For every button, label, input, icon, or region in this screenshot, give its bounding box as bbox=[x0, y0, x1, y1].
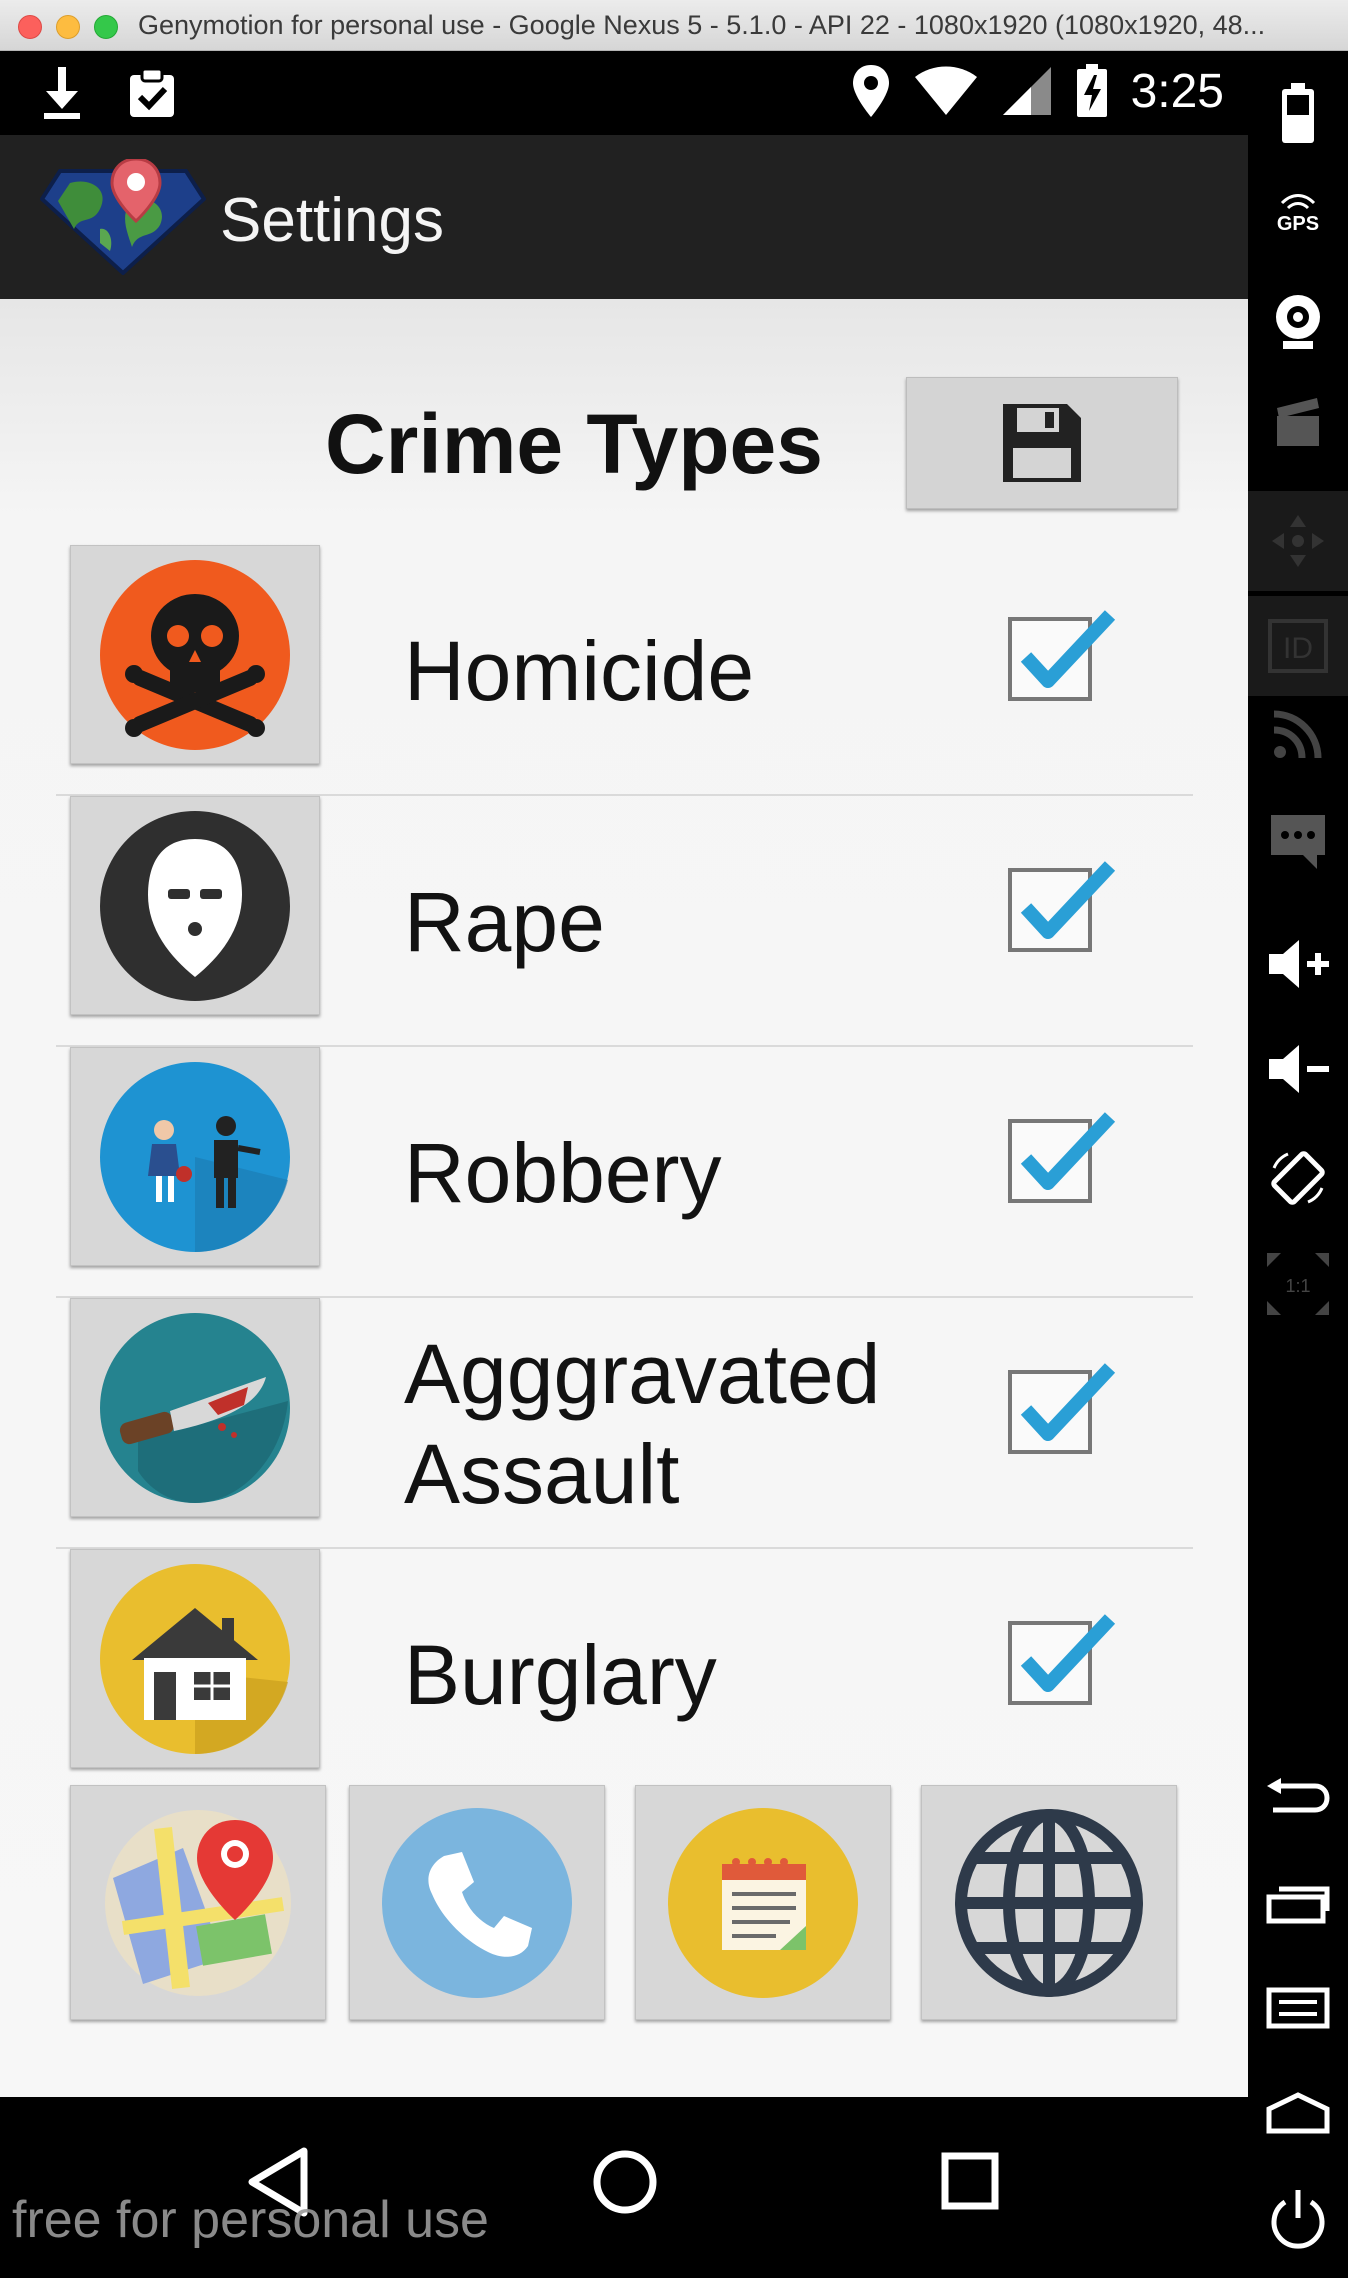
clipboard-check-icon bbox=[130, 67, 174, 117]
volume-up-icon bbox=[1269, 940, 1329, 988]
bloody-knife-icon bbox=[100, 1312, 290, 1503]
sms-icon bbox=[1271, 815, 1325, 869]
gps-tool[interactable]: GPS bbox=[1248, 191, 1348, 236]
phone-icon bbox=[382, 1807, 572, 1998]
screencast-icon bbox=[1277, 398, 1319, 446]
watermark: free for personal use bbox=[12, 2191, 489, 2249]
id-label: ID bbox=[1283, 632, 1313, 665]
menu-tool[interactable] bbox=[1248, 1986, 1348, 2030]
volume-down-icon bbox=[1269, 1045, 1329, 1093]
home-icon bbox=[1266, 2092, 1330, 2134]
battery-tool[interactable] bbox=[1248, 81, 1348, 145]
robbery-checkbox[interactable] bbox=[1006, 1107, 1126, 1217]
burglary-icon-button[interactable] bbox=[70, 1549, 320, 1768]
signal-icon bbox=[1002, 67, 1051, 115]
close-window-button[interactable] bbox=[18, 15, 42, 39]
rotate-tool[interactable] bbox=[1248, 1146, 1348, 1210]
window-titlebar: Genymotion for personal use - Google Nex… bbox=[0, 0, 1348, 51]
dpad-icon bbox=[1272, 515, 1324, 567]
menu-icon bbox=[1266, 1987, 1330, 2029]
screencast-tool[interactable] bbox=[1248, 396, 1348, 450]
gps-icon bbox=[1280, 194, 1316, 210]
maximize-window-button[interactable] bbox=[94, 15, 118, 39]
crime-type-label: Homicide bbox=[404, 623, 755, 718]
scale-icon: 1:1 bbox=[1267, 1253, 1329, 1315]
skull-crossbones-icon bbox=[100, 559, 290, 750]
location-icon bbox=[852, 65, 889, 117]
status-time: 3:25 bbox=[1130, 64, 1224, 118]
crime-type-row-rape: Rape bbox=[56, 796, 1193, 1047]
scale-tool[interactable]: 1:1 bbox=[1248, 1251, 1348, 1317]
rotate-icon bbox=[1271, 1151, 1325, 1205]
aggravated-assault-icon-button[interactable] bbox=[70, 1298, 320, 1517]
aggravated-assault-checkbox[interactable] bbox=[1006, 1358, 1126, 1468]
nav-bar bbox=[0, 2097, 1248, 2278]
homicide-checkbox[interactable] bbox=[1006, 605, 1126, 715]
crime-type-row-aggravated-assault: Agggravated Assault bbox=[56, 1298, 1193, 1549]
wifi-icon bbox=[914, 66, 977, 115]
network-tool[interactable] bbox=[1248, 706, 1348, 762]
rape-icon-button[interactable] bbox=[70, 796, 320, 1015]
power-icon bbox=[1271, 2190, 1325, 2249]
phone-button[interactable] bbox=[349, 1785, 605, 2020]
volume-up-tool[interactable] bbox=[1248, 936, 1348, 992]
save-button[interactable] bbox=[906, 377, 1178, 509]
crime-type-row-homicide: Homicide bbox=[56, 545, 1193, 796]
burglary-checkbox[interactable] bbox=[1006, 1609, 1126, 1719]
web-button[interactable] bbox=[921, 1785, 1177, 2020]
house-icon bbox=[100, 1563, 290, 1754]
robbery-icon-button[interactable] bbox=[70, 1047, 320, 1266]
crime-map-logo bbox=[40, 159, 206, 275]
home-icon[interactable] bbox=[592, 2149, 658, 2215]
volume-down-tool[interactable] bbox=[1248, 1041, 1348, 1097]
page-title: Settings bbox=[220, 186, 445, 255]
map-pin-icon bbox=[105, 1809, 291, 1996]
device-id-icon: ID bbox=[1268, 619, 1328, 673]
power-tool[interactable] bbox=[1248, 2186, 1348, 2252]
gps-label: GPS bbox=[1276, 213, 1320, 235]
dpad-tool[interactable] bbox=[1248, 491, 1348, 591]
battery-charging-icon bbox=[1076, 64, 1107, 117]
crime-type-label: Burglary bbox=[404, 1627, 717, 1722]
emulator-sidebar: GPS ID 1:1 bbox=[1248, 51, 1348, 2278]
recents-icon[interactable] bbox=[940, 2151, 1000, 2211]
network-icon bbox=[1273, 710, 1322, 759]
section-heading: Crime Types bbox=[325, 397, 823, 491]
sms-tool[interactable] bbox=[1248, 811, 1348, 871]
back-icon bbox=[1267, 1778, 1330, 1813]
app-bar: Settings bbox=[0, 135, 1248, 299]
map-button[interactable] bbox=[70, 1785, 326, 2020]
device-id-tool[interactable]: ID bbox=[1248, 596, 1348, 696]
floppy-disk-icon bbox=[1003, 404, 1081, 482]
crime-type-label: Robbery bbox=[404, 1125, 722, 1220]
webcam-tool[interactable] bbox=[1248, 291, 1348, 353]
crime-type-row-burglary: Burglary bbox=[56, 1549, 1193, 1800]
battery-icon bbox=[1282, 83, 1314, 143]
recent-apps-tool[interactable] bbox=[1248, 1881, 1348, 1925]
download-icon bbox=[44, 67, 80, 119]
robbery-icon bbox=[100, 1061, 290, 1252]
scale-label: 1:1 bbox=[1285, 1276, 1310, 1296]
webcam-icon bbox=[1276, 295, 1320, 349]
notes-button[interactable] bbox=[635, 1785, 891, 2020]
status-bar: 3:25 bbox=[0, 51, 1248, 135]
crime-type-label: Agggravated Assault bbox=[404, 1326, 881, 1521]
home-tool[interactable] bbox=[1248, 2091, 1348, 2135]
window-title: Genymotion for personal use - Google Nex… bbox=[138, 10, 1266, 40]
rape-checkbox[interactable] bbox=[1006, 856, 1126, 966]
crime-type-label: Rape bbox=[404, 874, 605, 969]
masked-face-icon bbox=[100, 810, 290, 1001]
back-tool[interactable] bbox=[1248, 1776, 1348, 1820]
settings-content: Crime Types Homicide Rape Robbery Agggra… bbox=[0, 299, 1248, 2097]
notepad-icon bbox=[668, 1807, 858, 1998]
globe-icon bbox=[955, 1808, 1143, 1997]
homicide-icon-button[interactable] bbox=[70, 545, 320, 764]
crime-type-row-robbery: Robbery bbox=[56, 1047, 1193, 1298]
minimize-window-button[interactable] bbox=[56, 15, 80, 39]
recent-apps-icon bbox=[1266, 1886, 1330, 1924]
